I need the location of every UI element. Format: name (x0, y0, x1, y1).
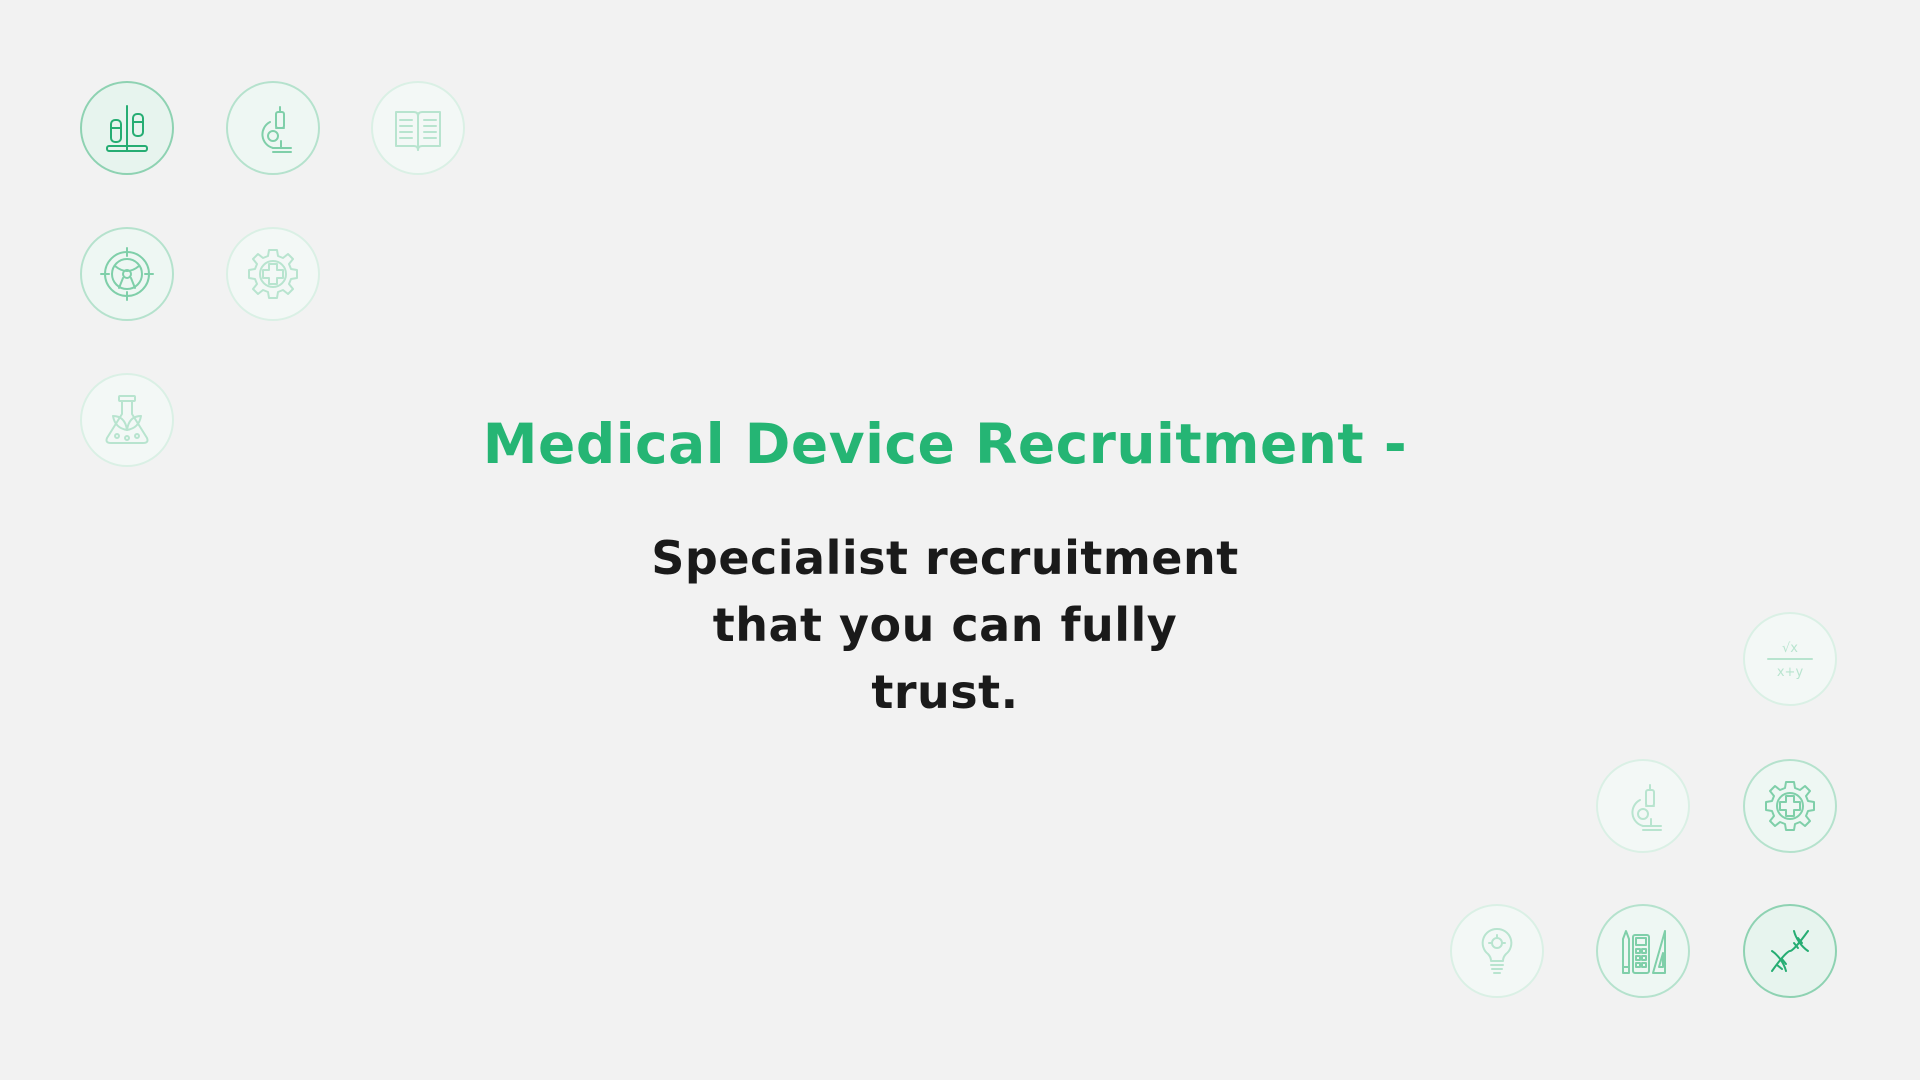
medical-gear-icon (226, 227, 320, 321)
microscope-icon (226, 81, 320, 175)
test-tubes-icon (80, 81, 174, 175)
formula-top-label: √x (1782, 641, 1798, 656)
landing-hero: Medical Device Recruitment - Specialist … (0, 0, 1920, 1080)
headline: Medical Device Recruitment - (482, 412, 1408, 476)
medical-gear-icon (1743, 759, 1837, 853)
tagline: Specialist recruitment that you can full… (651, 531, 1239, 719)
open-book-icon (371, 81, 465, 175)
dna-icon (1743, 904, 1837, 998)
formula-bottom-label: x+y (1777, 665, 1804, 680)
lightbulb-icon (1450, 904, 1544, 998)
math-formula-icon: √x x+y (1743, 612, 1837, 706)
target-icon (80, 227, 174, 321)
microscope-icon (1596, 759, 1690, 853)
stationery-icon (1596, 904, 1690, 998)
